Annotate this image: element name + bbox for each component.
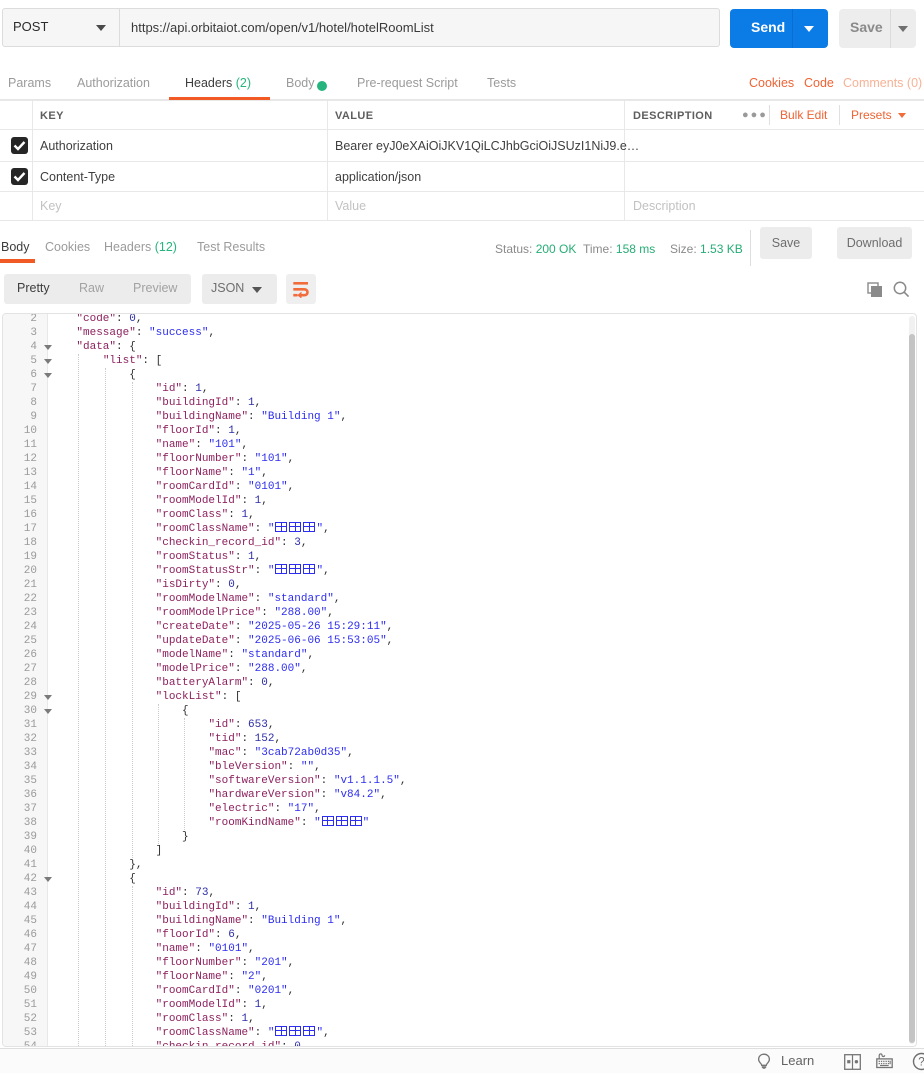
svg-text:?: ? xyxy=(918,1057,924,1069)
